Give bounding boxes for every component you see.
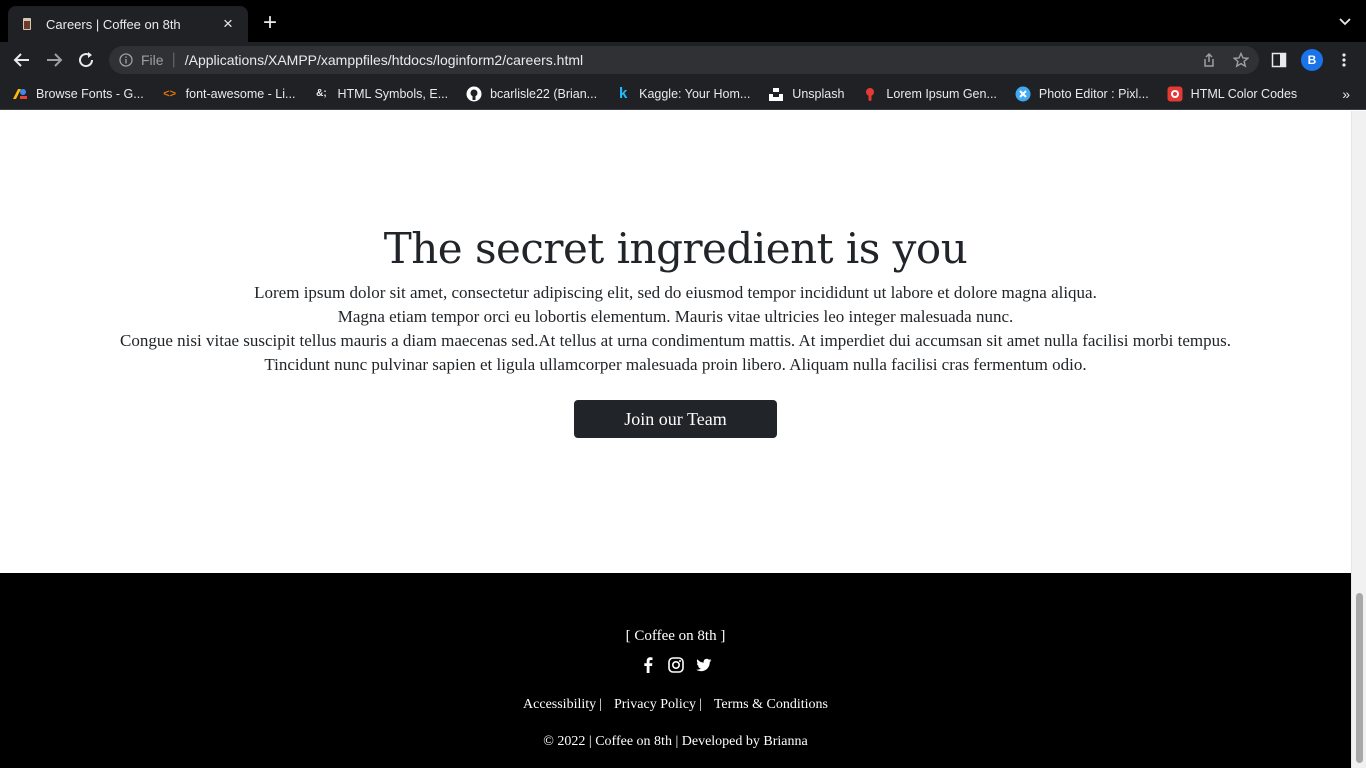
- google-fonts-icon: [12, 86, 28, 102]
- bookmark-item[interactable]: Photo Editor : Pixl...: [1015, 86, 1149, 102]
- footer-link-accessibility[interactable]: Accessibility: [523, 697, 596, 713]
- browser-tab-active[interactable]: Careers | Coffee on 8th ×: [8, 6, 248, 42]
- footer-link-separator: |: [599, 697, 602, 712]
- page-title: The secret ingredient is you: [383, 224, 968, 273]
- info-icon[interactable]: [119, 53, 133, 67]
- hero-paragraph-line: Congue nisi vitae suscipit tellus mauris…: [120, 331, 1231, 350]
- color-codes-icon: [1167, 86, 1183, 102]
- forward-arrow-icon[interactable]: [44, 50, 64, 70]
- side-panel-icon[interactable]: [1271, 52, 1287, 68]
- bookmarks-overflow-icon[interactable]: »: [1342, 86, 1350, 102]
- instagram-icon[interactable]: [667, 657, 684, 673]
- hero-paragraph-line: Magna etiam tempor orci eu lobortis elem…: [337, 307, 1014, 326]
- facebook-icon[interactable]: [640, 657, 656, 673]
- page-viewport: The secret ingredient is you Lorem ipsum…: [0, 111, 1366, 768]
- bookmark-item[interactable]: Browse Fonts - G...: [12, 86, 144, 102]
- bookmark-item[interactable]: &; HTML Symbols, E...: [313, 86, 448, 102]
- copyright-text: © 2022 | Coffee on 8th | Developed by Br…: [543, 734, 808, 749]
- bookmark-item[interactable]: Unsplash: [768, 86, 844, 102]
- footer-link-separator: |: [699, 697, 702, 712]
- kebab-menu-icon[interactable]: [1336, 52, 1352, 68]
- back-arrow-icon[interactable]: [12, 50, 32, 70]
- unsplash-icon: [768, 86, 784, 102]
- bookmark-item[interactable]: Lorem Ipsum Gen...: [862, 86, 997, 102]
- footer-links: Accessibility | Privacy Policy | Terms &…: [0, 697, 1351, 713]
- kaggle-icon: k: [618, 85, 628, 102]
- bookmark-item[interactable]: k Kaggle: Your Hom...: [615, 85, 751, 102]
- coffee-favicon-icon: [20, 17, 34, 31]
- bookmark-item[interactable]: <> font-awesome - Li...: [162, 86, 296, 102]
- bookmark-label: Lorem Ipsum Gen...: [886, 86, 997, 101]
- bookmark-label: Browse Fonts - G...: [36, 86, 144, 101]
- hero-paragraph-line: Lorem ipsum dolor sit amet, consectetur …: [254, 283, 1097, 302]
- address-separator: |: [171, 51, 176, 68]
- footer-brand: [ Coffee on 8th ]: [625, 628, 726, 644]
- join-our-team-button[interactable]: Join our Team: [574, 400, 777, 438]
- bookmark-label: HTML Symbols, E...: [337, 86, 449, 101]
- bookmark-label: Unsplash: [792, 86, 845, 101]
- bookmark-item[interactable]: HTML Color Codes: [1167, 86, 1298, 102]
- bookmarks-bar: Browse Fonts - G... <> font-awesome - Li…: [0, 78, 1366, 110]
- bookmark-label: Photo Editor : Pixl...: [1038, 86, 1149, 101]
- bookmark-label: Kaggle: Your Hom...: [639, 86, 751, 101]
- page-scrollbar[interactable]: [1351, 111, 1366, 768]
- bookmark-label: bcarlisle22 (Brian...: [490, 86, 598, 101]
- github-icon: [466, 86, 482, 102]
- bookmark-star-icon[interactable]: [1233, 52, 1249, 68]
- reload-icon[interactable]: [76, 50, 96, 70]
- code-icon: <>: [163, 87, 177, 100]
- ampersand-icon: &;: [316, 88, 327, 99]
- bookmark-item[interactable]: bcarlisle22 (Brian...: [466, 86, 597, 102]
- tab-title: Careers | Coffee on 8th: [46, 16, 181, 32]
- share-icon[interactable]: [1201, 52, 1217, 68]
- scrollbar-thumb[interactable]: [1356, 593, 1363, 763]
- address-bar-actions: [1201, 52, 1249, 68]
- address-url[interactable]: /Applications/XAMPP/xamppfiles/htdocs/lo…: [185, 52, 583, 68]
- profile-avatar[interactable]: B: [1301, 49, 1323, 71]
- social-links: [0, 657, 1351, 673]
- footer-link-privacy-policy[interactable]: Privacy Policy: [614, 697, 696, 713]
- lorem-icon: [862, 86, 878, 102]
- address-bar[interactable]: File | /Applications/XAMPP/xamppfiles/ht…: [109, 46, 1259, 74]
- close-tab-icon[interactable]: ×: [220, 15, 236, 32]
- tab-strip: Careers | Coffee on 8th × +: [0, 0, 1366, 42]
- browser-toolbar: File | /Applications/XAMPP/xamppfiles/ht…: [0, 42, 1366, 78]
- hero-paragraph-line: Tincidunt nunc pulvinar sapien et ligula…: [264, 355, 1087, 374]
- scheme-label: File: [141, 52, 164, 68]
- bookmark-label: HTML Color Codes: [1190, 86, 1298, 101]
- bookmark-label: font-awesome - Li...: [185, 86, 296, 101]
- tab-search-chevron-icon[interactable]: [1338, 14, 1352, 28]
- footer-link-terms-conditions[interactable]: Terms & Conditions: [714, 697, 828, 713]
- new-tab-button[interactable]: +: [258, 11, 282, 35]
- careers-hero: The secret ingredient is you Lorem ipsum…: [0, 111, 1351, 573]
- twitter-icon[interactable]: [695, 657, 712, 673]
- pixlr-icon: [1015, 86, 1031, 102]
- hero-paragraph: Lorem ipsum dolor sit amet, consectetur …: [0, 281, 1351, 377]
- site-footer: [ Coffee on 8th ] Accessibility | Privac…: [0, 573, 1351, 768]
